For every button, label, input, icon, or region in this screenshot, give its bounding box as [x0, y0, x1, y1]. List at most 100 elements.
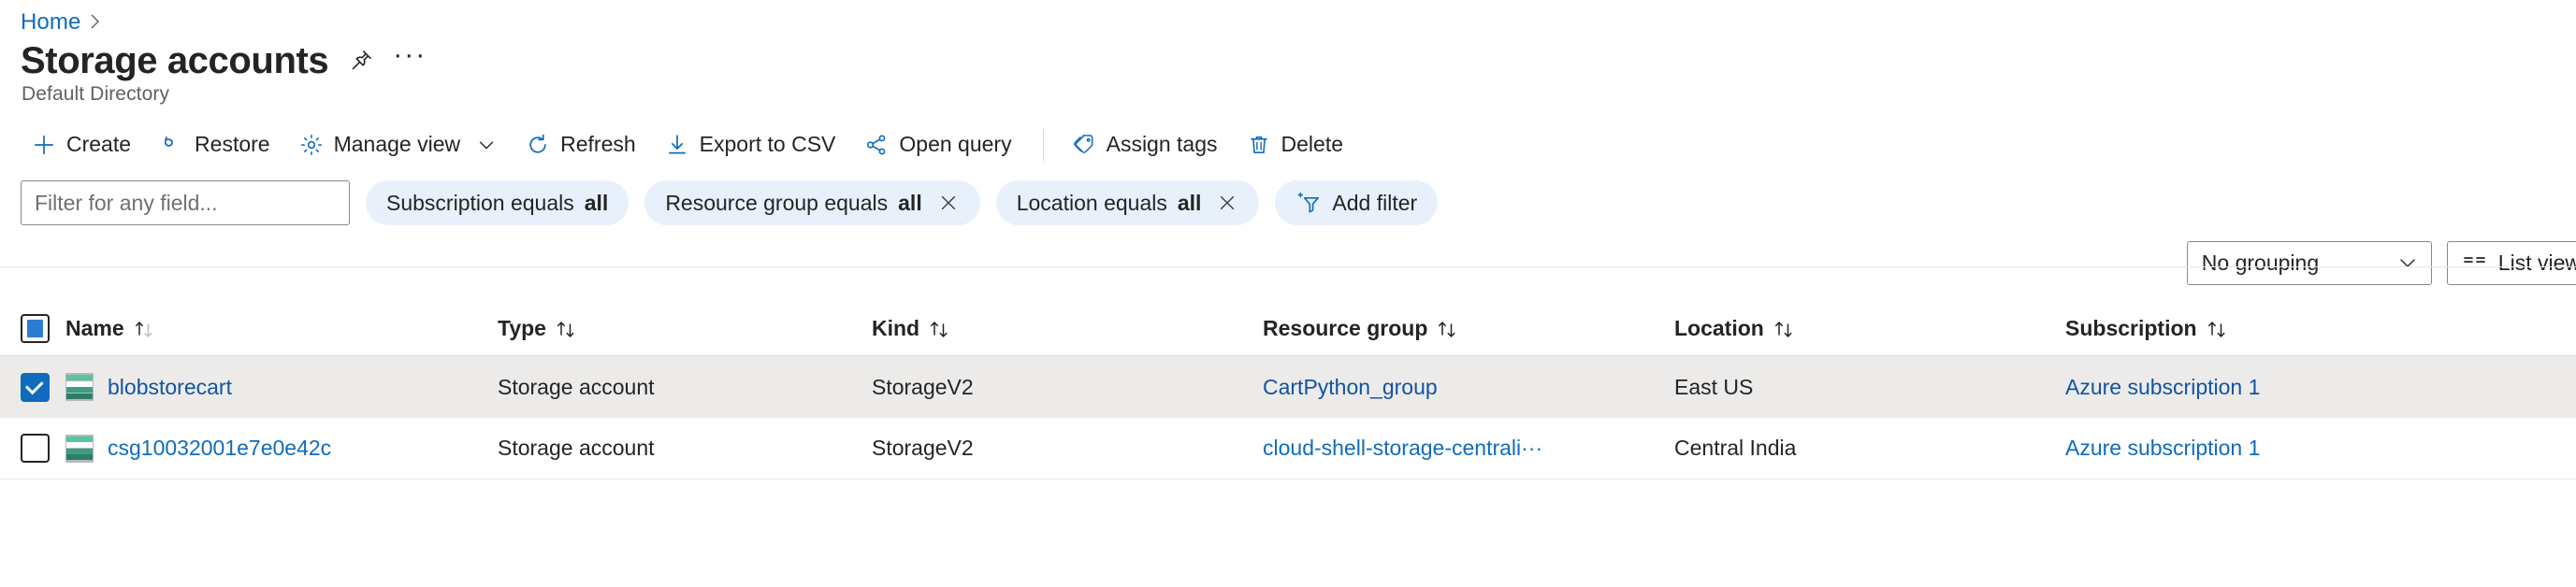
export-to-csv-button[interactable]: Export to CSV: [652, 126, 852, 163]
column-header-subscription-label: Subscription: [2065, 316, 2197, 340]
row-type: Storage account: [498, 374, 655, 399]
column-header-subscription[interactable]: Subscription: [2065, 316, 2576, 341]
create-button[interactable]: Create: [19, 126, 147, 163]
row-kind: StorageV2: [872, 436, 974, 460]
filter-pill-resource-group[interactable]: Resource group equals all: [644, 180, 980, 225]
trash-icon: [1247, 133, 1271, 157]
column-header-resource-group[interactable]: Resource group: [1263, 316, 1674, 341]
table-row[interactable]: csg10032001e7e0e42c Storage account Stor…: [0, 418, 2576, 480]
filter-pill-subscription[interactable]: Subscription equals all: [366, 180, 630, 225]
row-subscription-link[interactable]: Azure subscription 1: [2065, 375, 2260, 399]
select-all-checkbox-cell: [21, 314, 65, 343]
row-resource-group-cell: cloud-shell-storage-centrali···: [1263, 436, 1674, 461]
plus-icon: [32, 133, 56, 157]
row-subscription-link[interactable]: Azure subscription 1: [2065, 436, 2260, 460]
row-resource-group-link[interactable]: CartPython_group: [1263, 375, 1438, 400]
table-header-row: Name Type Kind Resource group Location S…: [0, 302, 2576, 356]
breadcrumb-home-link[interactable]: Home: [21, 11, 80, 34]
breadcrumb-separator-icon: [89, 12, 102, 35]
row-kind: StorageV2: [872, 374, 974, 399]
gear-icon: [299, 133, 324, 157]
row-subscription-cell: Azure subscription 1: [2065, 375, 2576, 400]
sort-arrows-icon: [2206, 319, 2230, 341]
storage-account-icon: [65, 434, 94, 463]
pin-icon[interactable]: [345, 45, 377, 77]
create-label: Create: [66, 132, 132, 156]
refresh-icon: [526, 133, 550, 157]
restore-label: Restore: [195, 132, 270, 156]
restore-icon: [160, 133, 184, 157]
column-header-type[interactable]: Type: [498, 316, 872, 341]
sort-arrows-icon: [555, 319, 579, 341]
filter-bar: Subscription equals all Resource group e…: [0, 164, 2576, 225]
column-header-kind-label: Kind: [872, 316, 920, 340]
row-name-cell: csg10032001e7e0e42c: [65, 434, 498, 463]
filter-pill-location-label: Location equals: [1016, 190, 1167, 215]
download-icon: [665, 133, 689, 157]
page-subtitle: Default Directory: [22, 83, 170, 105]
sort-arrows-icon: [133, 319, 157, 341]
list-view-icon: [2463, 252, 2487, 273]
chevron-down-icon: [476, 135, 497, 155]
add-filter-button[interactable]: Add filter: [1275, 180, 1439, 225]
export-to-csv-label: Export to CSV: [699, 132, 836, 156]
command-bar-divider-line: [0, 266, 2576, 267]
command-bar-divider: [1042, 128, 1044, 161]
sort-arrows-icon: [1773, 319, 1797, 341]
command-bar: Create Restore Manage view Refresh Expor…: [0, 106, 2576, 164]
open-query-icon: [864, 133, 889, 157]
list-view-button[interactable]: List view: [2446, 240, 2576, 285]
sort-arrows-icon: [1436, 319, 1460, 341]
filter-pill-resource-group-value: all: [898, 190, 922, 215]
tags-icon: [1072, 133, 1096, 157]
row-type: Storage account: [498, 436, 655, 460]
row-subscription-cell: Azure subscription 1: [2065, 436, 2576, 461]
page-title-row: Storage accounts ···: [0, 32, 2576, 80]
manage-view-label: Manage view: [333, 132, 461, 156]
chevron-down-icon: [2396, 251, 2419, 274]
page-title: Storage accounts: [21, 40, 329, 81]
select-all-checkbox[interactable]: [21, 314, 50, 343]
refresh-label: Refresh: [560, 132, 636, 156]
assign-tags-label: Assign tags: [1106, 132, 1218, 156]
storage-accounts-table: Name Type Kind Resource group Location S…: [0, 302, 2576, 480]
refresh-button[interactable]: Refresh: [513, 126, 652, 163]
manage-view-button[interactable]: Manage view: [286, 126, 514, 163]
assign-tags-button[interactable]: Assign tags: [1059, 126, 1234, 163]
filter-pill-resource-group-label: Resource group equals: [665, 190, 889, 215]
column-header-kind[interactable]: Kind: [872, 316, 1263, 341]
row-location: Central India: [1674, 436, 1797, 460]
grouping-select[interactable]: No grouping: [2186, 240, 2432, 285]
open-query-button[interactable]: Open query: [851, 126, 1027, 163]
restore-button[interactable]: Restore: [147, 126, 286, 163]
filter-pill-location[interactable]: Location equals all: [995, 180, 1260, 225]
row-location: East US: [1674, 374, 1754, 399]
row-checkbox[interactable]: [21, 434, 50, 463]
breadcrumb: Home: [0, 0, 2576, 35]
filter-pill-subscription-value: all: [584, 190, 609, 215]
filter-pill-location-value: all: [1177, 190, 1202, 215]
list-view-label: List view: [2497, 250, 2576, 275]
table-row[interactable]: blobstorecart Storage account StorageV2 …: [0, 356, 2576, 418]
row-checkbox-cell: [21, 372, 65, 402]
close-icon[interactable]: [937, 192, 960, 214]
search-input[interactable]: [21, 180, 350, 225]
row-name-link[interactable]: csg10032001e7e0e42c: [108, 436, 331, 461]
filter-pill-subscription-label: Subscription equals: [386, 190, 574, 215]
open-query-label: Open query: [899, 132, 1012, 156]
more-options-button[interactable]: ···: [393, 40, 426, 77]
column-header-name[interactable]: Name: [65, 316, 498, 341]
row-name-link[interactable]: blobstorecart: [108, 375, 232, 400]
row-resource-group-link[interactable]: cloud-shell-storage-centrali···: [1263, 436, 1542, 461]
row-checkbox[interactable]: [21, 372, 50, 402]
sort-arrows-icon: [928, 319, 952, 341]
column-header-resource-group-label: Resource group: [1263, 316, 1428, 340]
row-checkbox-cell: [21, 434, 65, 463]
column-header-location-label: Location: [1674, 316, 1764, 340]
close-icon[interactable]: [1216, 192, 1238, 214]
grouping-row: No grouping List view: [0, 225, 2576, 287]
column-header-name-label: Name: [65, 316, 124, 340]
delete-button[interactable]: Delete: [1234, 126, 1359, 163]
delete-label: Delete: [1281, 132, 1343, 156]
column-header-location[interactable]: Location: [1674, 316, 2065, 341]
